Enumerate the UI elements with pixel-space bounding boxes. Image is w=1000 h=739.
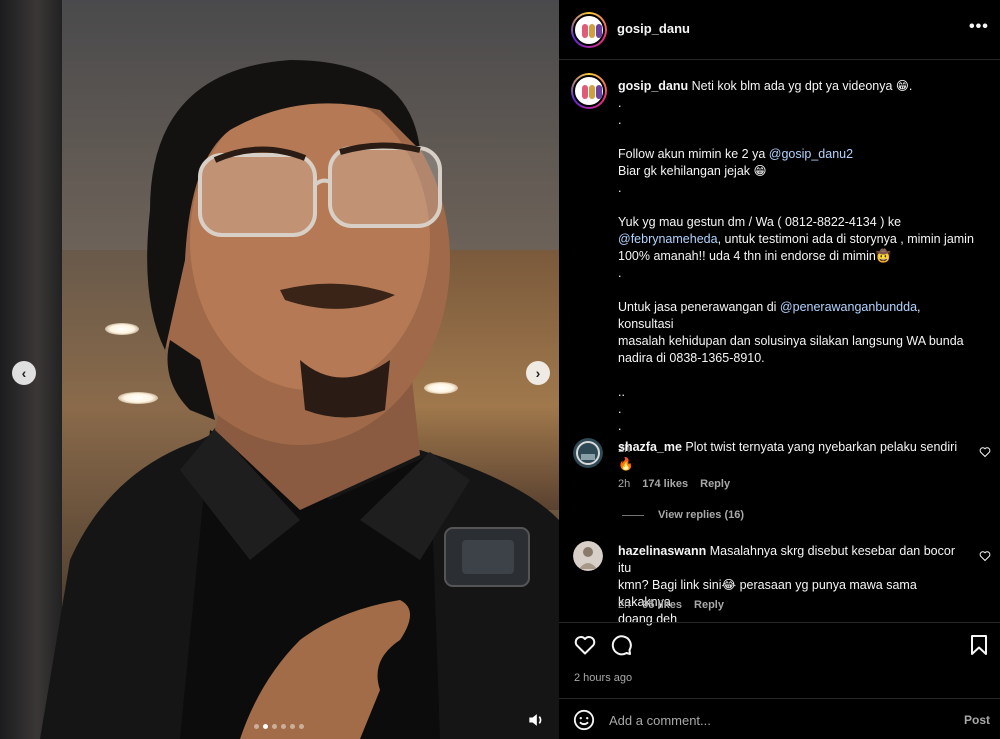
author-username[interactable]: gosip_danu <box>617 21 690 36</box>
caption-text-segment: .. <box>618 385 625 399</box>
more-options-icon[interactable]: ••• <box>969 18 989 36</box>
carousel-dot <box>272 724 277 729</box>
post-media[interactable]: ‹ › <box>0 0 559 739</box>
caption-text-segment: . <box>618 266 622 280</box>
commenter-avatar[interactable] <box>573 438 603 468</box>
caption-line <box>618 367 978 384</box>
comment-likes[interactable]: 174 likes <box>642 478 688 490</box>
carousel-dot <box>299 724 304 729</box>
caption-line: . <box>618 418 978 435</box>
caption-text: gosip_danu Neti kok blm ada yg dpt ya vi… <box>618 78 978 458</box>
like-icon[interactable] <box>573 633 597 657</box>
author-avatar[interactable] <box>571 12 607 48</box>
caption-line: .. <box>618 384 978 401</box>
post-actions <box>559 622 1000 666</box>
add-comment-bar: Post <box>559 698 1000 739</box>
caption-line: 100% amanah!! uda 4 thn ini endorse di m… <box>618 248 978 265</box>
caption-line: Biar gk kehilangan jejak 😁 <box>618 163 978 180</box>
caption-line: . <box>618 95 978 112</box>
person-photo <box>40 60 559 739</box>
caption-line: gosip_danu Neti kok blm ada yg dpt ya vi… <box>618 78 978 95</box>
comment-body: Plot twist ternyata yang nyebarkan pelak… <box>685 440 958 454</box>
caption-text-segment: Untuk jasa penerawangan di <box>618 300 780 314</box>
comment-time: 2h <box>618 478 631 490</box>
carousel-prev-button[interactable]: ‹ <box>12 361 36 385</box>
comment-like-icon[interactable] <box>979 446 991 458</box>
comment-body-line2: 🔥 <box>618 457 634 471</box>
carousel-dot <box>254 724 259 729</box>
caption-username[interactable]: gosip_danu <box>618 79 692 93</box>
post-timestamp: 2 hours ago <box>574 672 633 684</box>
caption-line: nadira di 0838-1365-8910. <box>618 350 978 367</box>
comment-text: shazfa_me Plot twist ternyata yang nyeba… <box>618 439 968 473</box>
save-icon[interactable] <box>967 633 991 657</box>
avatar-image <box>573 541 603 571</box>
caption-line: . <box>618 265 978 282</box>
carousel-dot <box>263 724 268 729</box>
caption-line: masalah kehidupan dan solusinya silakan … <box>618 333 978 350</box>
sound-icon[interactable] <box>526 710 546 730</box>
comment-icon[interactable] <box>609 633 633 657</box>
caption-author-avatar[interactable] <box>571 73 607 109</box>
caption-line <box>618 197 978 214</box>
caption-text-segment: Neti kok blm ada yg dpt ya videonya 😁. <box>691 79 913 93</box>
caption-line: Untuk jasa penerawangan di @penerawangan… <box>618 299 978 333</box>
caption-text-segment: Follow akun mimin ke 2 ya <box>618 147 769 161</box>
carousel-dot <box>281 724 286 729</box>
post-header: gosip_danu ••• <box>559 0 1000 60</box>
caption-line <box>618 282 978 299</box>
carousel-dots <box>254 724 304 729</box>
caption-line: . <box>618 180 978 197</box>
comment-time: 2h <box>618 599 631 611</box>
caption-text-segment: masalah kehidupan dan solusinya silakan … <box>618 334 964 348</box>
caption-text-segment: 100% amanah!! uda 4 thn ini endorse di m… <box>618 249 892 263</box>
mention-link[interactable]: @febrynameheda <box>618 232 718 246</box>
comment-meta: 2h 95 likes Reply <box>618 599 724 611</box>
caption-line: . <box>618 112 978 129</box>
caption-text-segment: . <box>618 181 622 195</box>
caption-text-segment: . <box>618 96 622 110</box>
post-details-panel: gosip_danu ••• gosip_danu Neti kok blm a… <box>559 0 1000 739</box>
post-comment-button[interactable]: Post <box>964 713 990 727</box>
comment-reply-button[interactable]: Reply <box>694 599 724 611</box>
replies-divider <box>622 514 644 516</box>
caption-line: . <box>618 401 978 418</box>
commenter-avatar[interactable] <box>573 541 603 571</box>
comment-meta: 2h 174 likes Reply <box>618 478 730 490</box>
caption-text-segment: nadira di 0838-1365-8910. <box>618 351 765 365</box>
comment-input[interactable] <box>609 709 929 731</box>
caption-line: @febrynameheda, untuk testimoni ada di s… <box>618 231 978 248</box>
caption-line: Follow akun mimin ke 2 ya @gosip_danu2 <box>618 146 978 163</box>
mention-link[interactable]: @penerawanganbundda <box>780 300 917 314</box>
emoji-icon[interactable] <box>573 709 595 731</box>
caption-line: Yuk yg mau gestun dm / Wa ( 0812-8822-41… <box>618 214 978 231</box>
caption-text-segment: . <box>618 113 622 127</box>
comment-like-icon[interactable] <box>979 550 991 562</box>
caption-text-segment: Yuk yg mau gestun dm / Wa ( 0812-8822-41… <box>618 215 902 229</box>
caption-text-segment: , untuk testimoni ada di storynya , mimi… <box>717 232 974 246</box>
avatar-image <box>573 438 603 468</box>
view-replies-button[interactable]: View replies (16) <box>622 509 744 521</box>
comment-likes[interactable]: 95 likes <box>642 599 682 611</box>
comment-text: hazelinaswann Masalahnya skrg disebut ke… <box>618 543 968 628</box>
caption-text-segment: . <box>618 402 622 416</box>
view-replies-label[interactable]: View replies (16) <box>658 509 744 521</box>
caption-text-segment: Biar gk kehilangan jejak 😁 <box>618 164 767 178</box>
carousel-dot <box>290 724 295 729</box>
commenter-username[interactable]: hazelinaswann <box>618 544 706 558</box>
carousel-next-button[interactable]: › <box>526 361 550 385</box>
commenter-username[interactable]: shazfa_me <box>618 440 682 454</box>
caption-text-segment: . <box>618 419 622 433</box>
comment-reply-button[interactable]: Reply <box>700 478 730 490</box>
mention-link[interactable]: @gosip_danu2 <box>769 147 853 161</box>
caption-line <box>618 129 978 146</box>
